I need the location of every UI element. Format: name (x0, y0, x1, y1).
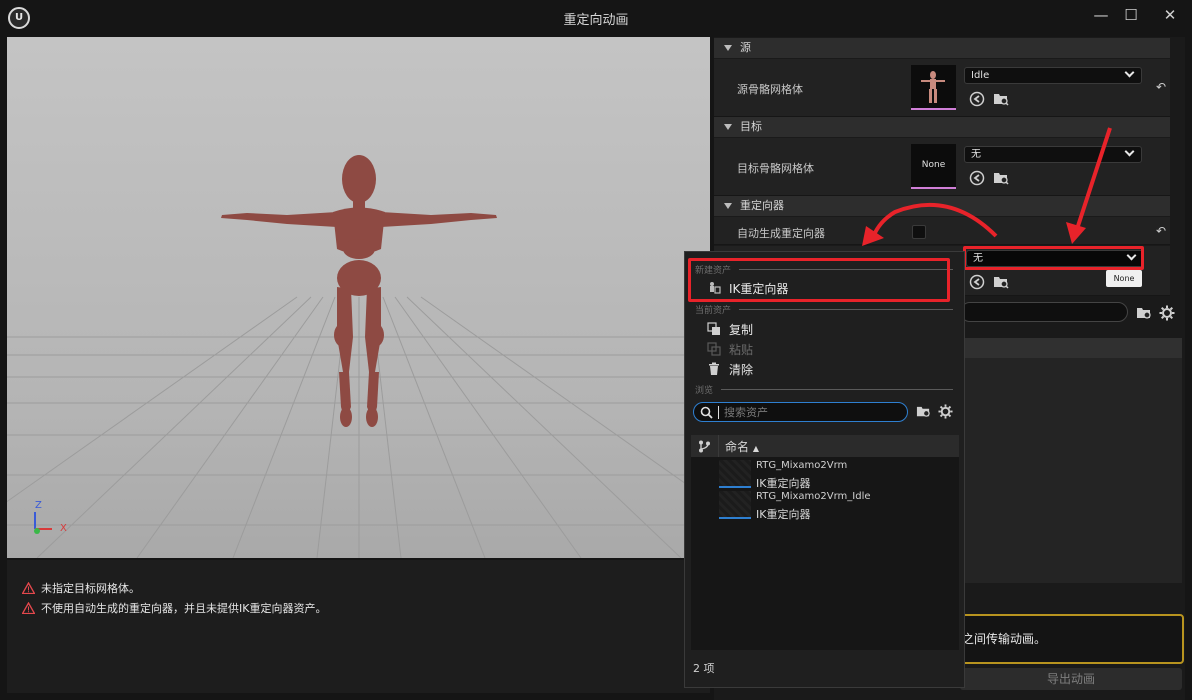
arrow-straight (1066, 127, 1112, 244)
arrow-curved (862, 202, 998, 246)
annotation-arrows (862, 127, 1112, 246)
